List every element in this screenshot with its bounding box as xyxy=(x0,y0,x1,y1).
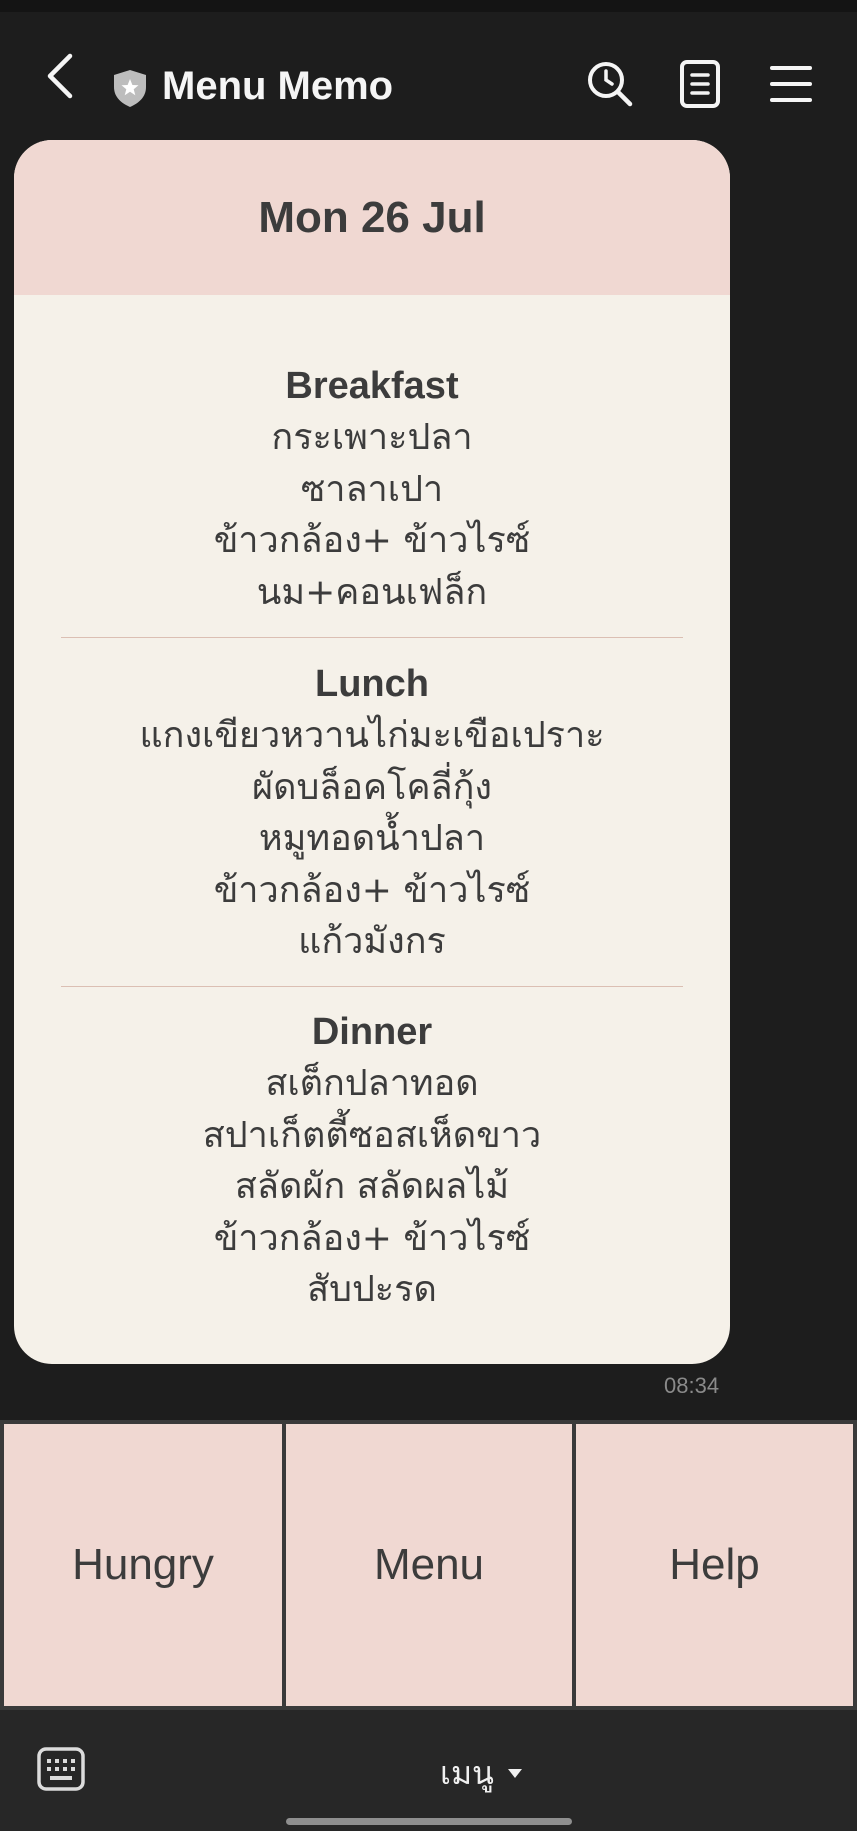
top-bar: Menu Memo xyxy=(0,12,857,142)
breakfast-title: Breakfast xyxy=(285,365,459,407)
menu-item: ผัดบล็อคโคลี่กุ้ง xyxy=(252,766,492,808)
menu-item: แกงเขียวหวานไก่มะเขือเปราะ xyxy=(139,715,605,756)
notes-icon[interactable] xyxy=(675,58,727,110)
menu-item: ข้าวกล้อง+ ข้าวไรซ์ xyxy=(213,520,531,561)
menu-item: สลัดผัก สลัดผลไม้ xyxy=(234,1166,510,1207)
menu-item: ซาลาเปา xyxy=(300,468,444,510)
menu-item: ข้าวกล้อง+ ข้าวไรซ์ xyxy=(213,869,531,911)
message-header: Mon 26 Jul xyxy=(14,140,730,295)
chevron-left-icon[interactable] xyxy=(42,50,82,102)
rich-menu: Hungry Menu Help xyxy=(0,1420,857,1710)
section-divider xyxy=(61,637,683,638)
status-bar xyxy=(0,0,857,12)
keyboard-icon[interactable] xyxy=(36,1746,86,1792)
rich-menu-toggle-label: เมนู xyxy=(440,1754,494,1792)
message-date: Mon 26 Jul xyxy=(258,192,486,242)
menu-item: กระเพาะปลา xyxy=(271,417,473,458)
home-indicator[interactable] xyxy=(286,1818,572,1825)
lunch-section: Lunch แกงเขียวหวานไก่มะเขือเปราะ ผัดบล็อ… xyxy=(14,658,730,968)
message-timestamp: 08:34 xyxy=(664,1373,720,1398)
hamburger-menu-icon[interactable] xyxy=(764,58,816,110)
breakfast-section: Breakfast กระเพาะปลา ซาลาเปา ข้าวกล้อง+ … xyxy=(14,360,730,618)
hungry-button[interactable]: Hungry xyxy=(4,1424,282,1706)
menu-item: สปาเก็ตตี้ซอสเห็ดขาว xyxy=(202,1114,542,1156)
menu-button[interactable]: Menu xyxy=(286,1424,572,1706)
chat-title: Menu Memo xyxy=(162,64,394,108)
dinner-section: Dinner สเต็กปลาทอด สปาเก็ตตี้ซอสเห็ดขาว … xyxy=(14,1006,730,1316)
help-button[interactable]: Help xyxy=(576,1424,853,1706)
menu-item: สับปะรด xyxy=(307,1269,437,1310)
menu-item: ข้าวกล้อง+ ข้าวไรซ์ xyxy=(213,1217,531,1259)
menu-item: นม+คอนเฟล็ก xyxy=(256,571,488,613)
search-icon[interactable] xyxy=(584,58,636,110)
section-divider xyxy=(61,986,683,987)
bottom-bar: เมนู xyxy=(0,1710,857,1831)
menu-message-bubble: Mon 26 Jul Breakfast กระเพาะปลา ซาลาเปา … xyxy=(14,140,730,1364)
dinner-title: Dinner xyxy=(311,1011,433,1053)
lunch-title: Lunch xyxy=(315,663,429,705)
rich-menu-toggle[interactable]: เมนู xyxy=(440,1748,522,1799)
menu-item: หมูทอดน้ำปลา xyxy=(258,818,486,859)
menu-item: แก้วมังกร xyxy=(298,921,446,962)
caret-down-icon xyxy=(507,1769,522,1778)
shield-star-icon xyxy=(114,70,146,107)
menu-item: สเต็กปลาทอด xyxy=(265,1063,479,1104)
